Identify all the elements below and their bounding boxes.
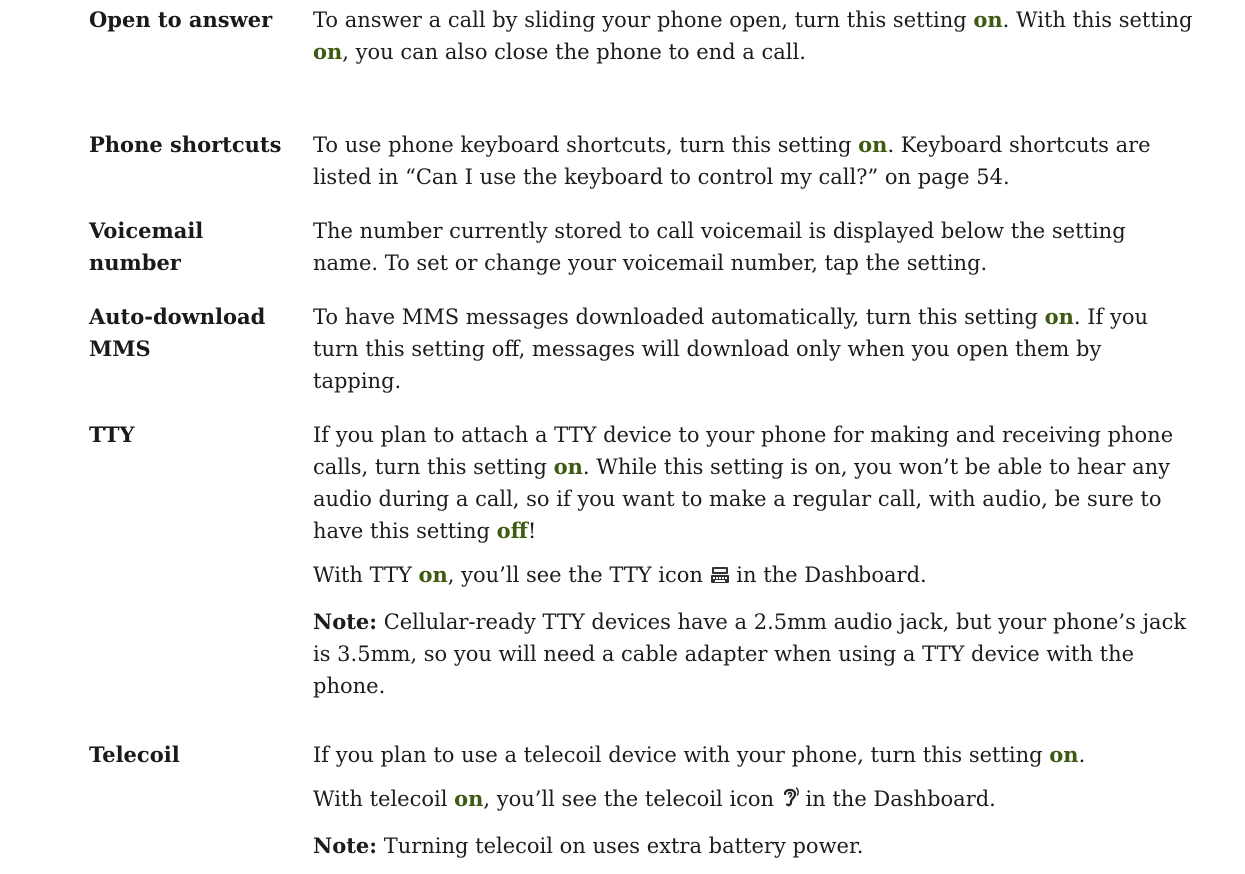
settings-definition-list: Open to answer To answer a call by slidi…	[0, 0, 1245, 862]
description-text: , you can also close the phone to end a …	[342, 40, 806, 64]
setting-state-highlight: on	[1049, 742, 1079, 767]
note-label: Note:	[313, 833, 378, 858]
description-text: . With this setting	[1002, 8, 1193, 32]
setting-term: TTY	[89, 422, 135, 447]
setting-state-highlight: on	[454, 786, 484, 811]
description-text: , you’ll see the TTY icon	[447, 563, 710, 587]
description-text: To answer a call by sliding your phone o…	[313, 8, 974, 32]
description-paragraph: The number currently stored to call voic…	[313, 215, 1193, 279]
setting-state-highlight: on	[313, 39, 343, 64]
description-text: , you’ll see the telecoil icon	[483, 787, 781, 811]
description-text: With TTY	[313, 563, 419, 587]
setting-description: To use phone keyboard shortcuts, turn th…	[313, 129, 1193, 205]
description-text: With telecoil	[313, 787, 455, 811]
description-text: Cellular-ready TTY devices have a 2.5mm …	[313, 610, 1187, 698]
setting-term: Telecoil	[89, 742, 180, 767]
description-text: If you plan to use a telecoil device wit…	[313, 743, 1050, 767]
setting-term: Phone shortcuts	[89, 132, 282, 157]
setting-description: The number currently stored to call voic…	[313, 215, 1193, 291]
tty-icon	[710, 562, 730, 594]
setting-state-highlight: on	[418, 562, 448, 587]
setting-state-highlight: on	[1044, 304, 1074, 329]
setting-term: Voicemail number	[89, 218, 204, 275]
setting-description: If you plan to attach a TTY device to yo…	[313, 419, 1193, 714]
note-label: Note:	[313, 609, 378, 634]
setting-term: Auto-download MMS	[89, 304, 266, 361]
setting-description: If you plan to use a telecoil device wit…	[313, 739, 1193, 874]
description-paragraph: Note: Cellular-ready TTY devices have a …	[313, 606, 1193, 702]
description-paragraph: To answer a call by sliding your phone o…	[313, 4, 1193, 68]
setting-state-highlight: on	[553, 454, 583, 479]
description-paragraph: With telecoil on, you’ll see the telecoi…	[313, 783, 1193, 818]
ear-icon	[781, 785, 799, 818]
setting-state-highlight: on	[858, 132, 888, 157]
setting-term: Open to answer	[89, 7, 273, 32]
setting-description: To have MMS messages downloaded automati…	[313, 301, 1193, 409]
description-text: To use phone keyboard shortcuts, turn th…	[313, 133, 859, 157]
description-paragraph: To have MMS messages downloaded automati…	[313, 301, 1193, 397]
description-text: Turning telecoil on uses extra battery p…	[377, 834, 864, 858]
description-paragraph: With TTY on, you’ll see the TTY icon in …	[313, 559, 1193, 594]
description-paragraph: If you plan to use a telecoil device wit…	[313, 739, 1193, 771]
setting-state-highlight: off	[496, 518, 528, 543]
description-text: .	[1078, 743, 1086, 767]
description-text: To have MMS messages downloaded automati…	[313, 305, 1045, 329]
description-paragraph: Note: Turning telecoil on uses extra bat…	[313, 830, 1193, 862]
description-paragraph: To use phone keyboard shortcuts, turn th…	[313, 129, 1193, 193]
description-text: !	[527, 519, 537, 543]
setting-state-highlight: on	[973, 7, 1003, 32]
setting-description: To answer a call by sliding your phone o…	[313, 4, 1193, 80]
description-paragraph: If you plan to attach a TTY device to yo…	[313, 419, 1193, 547]
description-text: in the Dashboard.	[729, 563, 927, 587]
description-text: in the Dashboard.	[798, 787, 996, 811]
description-text: The number currently stored to call voic…	[313, 219, 1126, 275]
